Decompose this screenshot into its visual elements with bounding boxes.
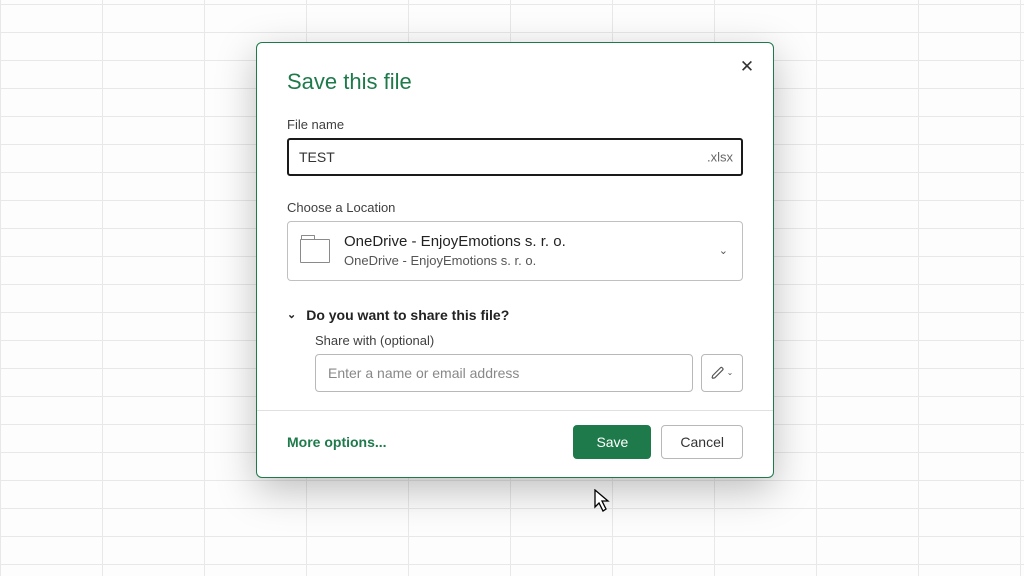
share-section-toggle[interactable]: ⌄ Do you want to share this file? [287,307,743,323]
choose-location-label: Choose a Location [287,200,743,215]
save-button[interactable]: Save [573,425,651,459]
close-button[interactable]: ✕ [731,51,763,83]
location-selector[interactable]: OneDrive - EnjoyEmotions s. r. o. OneDri… [287,221,743,281]
more-options-link[interactable]: More options... [287,434,387,450]
share-row: ⌄ [315,354,743,392]
dialog-body: Save this file File name .xlsx Choose a … [257,43,773,410]
close-icon: ✕ [740,57,754,77]
permissions-button[interactable]: ⌄ [701,354,743,392]
share-with-input[interactable] [315,354,693,392]
file-name-label: File name [287,117,743,132]
dialog-title: Save this file [287,69,743,95]
share-header-text: Do you want to share this file? [306,307,509,323]
dialog-footer: More options... Save Cancel [257,410,773,477]
location-title: OneDrive - EnjoyEmotions s. r. o. [344,232,705,252]
chevron-down-icon: ⌄ [727,368,734,377]
chevron-down-icon: ⌄ [719,244,728,257]
file-name-row: .xlsx [287,138,743,176]
location-text: OneDrive - EnjoyEmotions s. r. o. OneDri… [344,232,705,270]
chevron-down-icon: ⌄ [287,308,296,321]
location-subtitle: OneDrive - EnjoyEmotions s. r. o. [344,252,705,270]
file-extension-label: .xlsx [707,150,733,165]
cancel-button[interactable]: Cancel [661,425,743,459]
share-with-label: Share with (optional) [315,333,743,348]
file-name-input[interactable] [287,138,743,176]
folder-icon [300,239,330,263]
save-file-dialog: ✕ Save this file File name .xlsx Choose … [256,42,774,478]
pencil-icon [711,366,725,380]
